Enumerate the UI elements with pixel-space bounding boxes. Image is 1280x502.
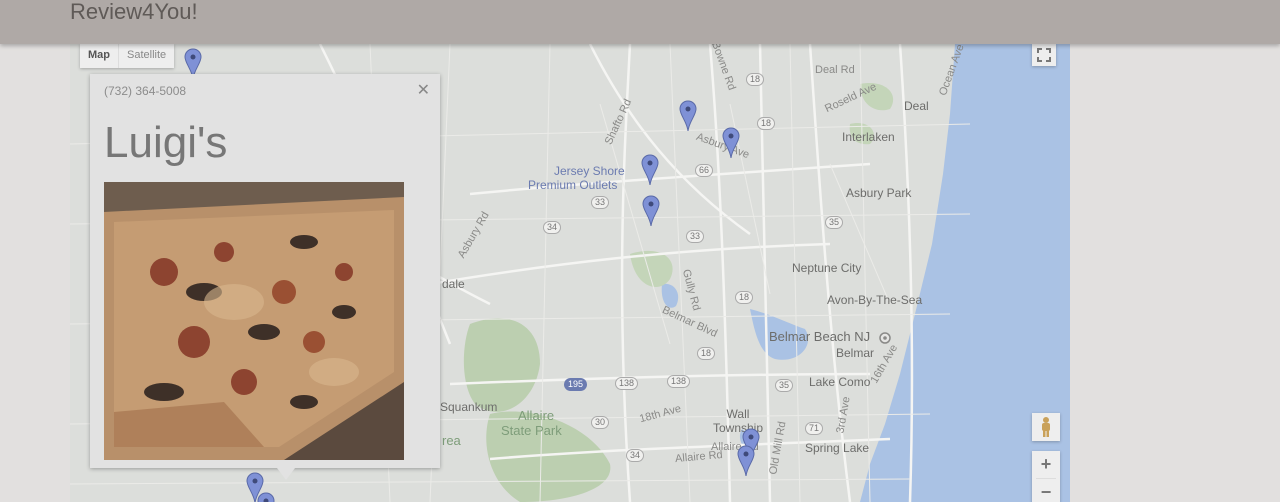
route-shield: 30 [591,416,610,429]
route-shield: 138 [615,377,639,390]
close-icon[interactable]: ✕ [417,80,430,100]
park-label: State Park [501,423,562,438]
place-title: Luigi's [104,118,228,167]
zoom-in-button[interactable]: + [1032,451,1060,478]
place-label: Neptune City [792,261,862,275]
map-pin-icon[interactable] [722,127,740,159]
route-shield: 18 [757,117,776,130]
street-view-button[interactable] [1032,413,1060,441]
place-label: Deal [904,99,929,113]
pegman-icon [1042,417,1050,437]
brand-title[interactable]: Review4You! [70,0,198,26]
info-window-tail [277,468,295,480]
route-shield: 195 [564,378,588,391]
beach-poi-icon[interactable] [878,331,892,345]
map-view[interactable]: Deal Interlaken Asbury Park Neptune City… [70,44,1070,502]
info-window: ✕ (732) 364-5008 Luigi's [90,74,440,480]
map-type-satellite-button[interactable]: Satellite [119,44,174,68]
poi-label[interactable]: Jersey Shore [554,164,625,178]
route-shield: 35 [775,379,794,392]
place-label: Squankum [440,400,498,414]
map-pin-icon[interactable] [642,195,660,227]
place-label: Lake Como [809,375,871,389]
place-label: Spring Lake [805,441,870,455]
poi-label[interactable]: Premium Outlets [528,178,617,192]
road-label: Deal Rd [815,64,855,76]
poi-label[interactable]: Belmar Beach NJ [769,329,870,344]
route-shield: 71 [805,422,824,435]
route-shield: 34 [626,449,645,462]
fullscreen-button[interactable] [1032,44,1056,66]
place-label: Belmar [836,346,875,360]
place-label: dale [442,277,465,291]
place-label: Avon-By-The-Sea [827,293,923,307]
zoom-control: + − [1032,451,1060,502]
route-shield: 18 [746,73,765,86]
zoom-out-button[interactable]: − [1032,479,1060,502]
route-shield: 33 [686,230,705,243]
map-pin-icon[interactable] [257,492,275,502]
route-shield: 33 [591,196,610,209]
place-label: Asbury Park [846,186,912,200]
map-type-map-button[interactable]: Map [80,44,119,68]
map-pin-icon[interactable] [737,445,755,477]
fullscreen-icon [1037,48,1051,62]
map-pin-icon[interactable] [679,100,697,132]
route-shield: 18 [697,347,716,360]
map-pin-icon[interactable] [641,154,659,186]
map-type-control: Map Satellite [80,44,175,68]
park-label: rea [442,433,461,448]
phone-number: (732) 364-5008 [104,84,187,98]
route-shield: 138 [667,375,691,388]
app-header: Review4You! [0,0,1280,44]
place-label: Interlaken [842,130,895,144]
route-shield: 34 [543,221,562,234]
pizza-photo [104,182,404,460]
route-shield: 18 [735,291,754,304]
park-label: Allaire [518,408,555,423]
route-shield: 35 [825,216,844,229]
route-shield: 66 [695,164,714,177]
